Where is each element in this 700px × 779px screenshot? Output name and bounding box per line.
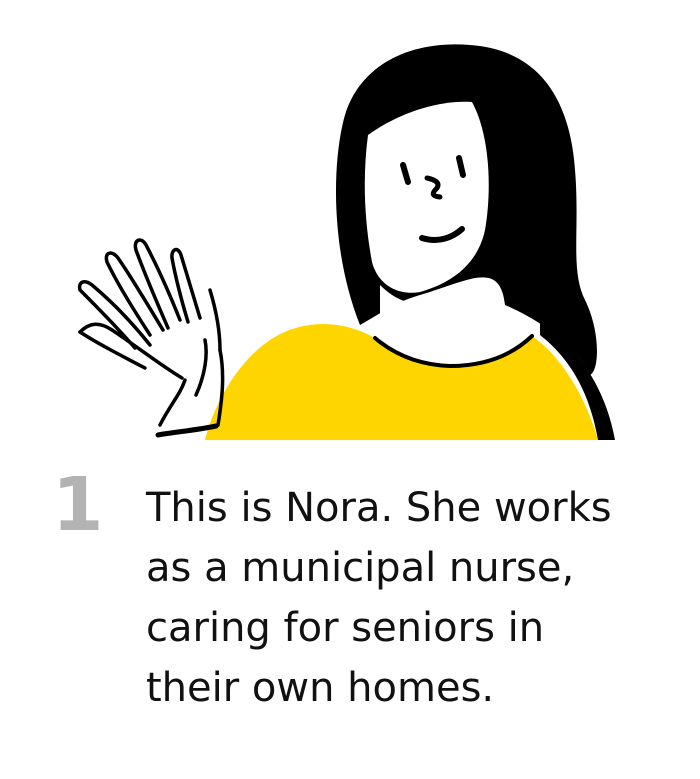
caption-line: as a municipal nurse,: [146, 545, 575, 591]
caption-text: This is Nora. She works as a municipal n…: [146, 478, 686, 718]
nora-waving-hand: [77, 238, 225, 438]
caption-line: caring for seniors in: [146, 605, 545, 651]
step-number: 1: [52, 462, 104, 548]
nora-illustration: [77, 44, 615, 440]
caption-line: This is Nora. She works: [146, 485, 612, 531]
caption-line: their own homes.: [146, 665, 495, 711]
